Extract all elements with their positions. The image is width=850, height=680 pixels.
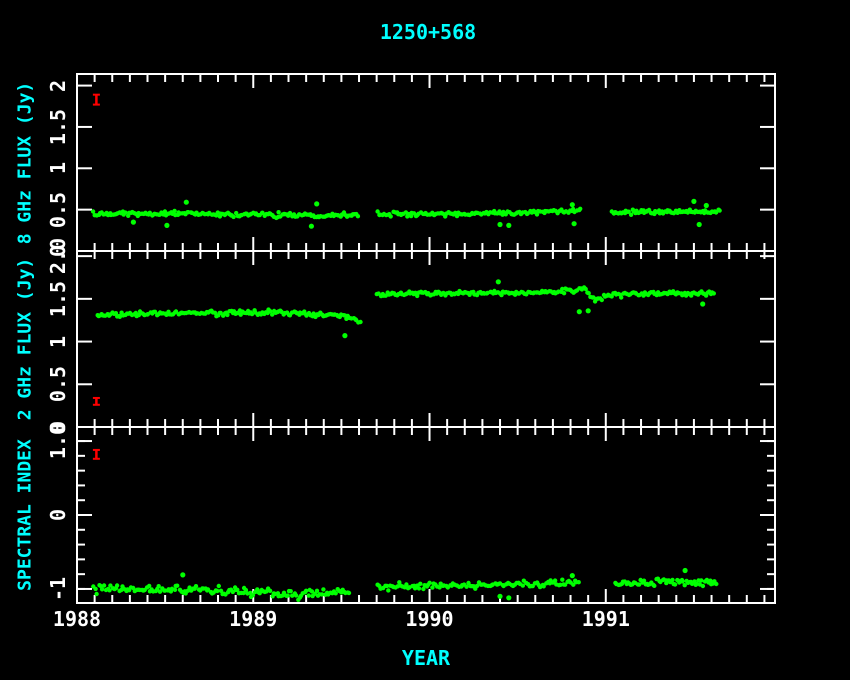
- y-tick-label: 0.5: [46, 192, 70, 228]
- outlier-point: [309, 224, 314, 229]
- data-points-2ghz-flux: [96, 279, 717, 338]
- reference-point-8ghz-flux: [93, 95, 100, 105]
- outlier-point: [570, 573, 575, 578]
- x-tick-label: 1988: [53, 607, 101, 631]
- outlier-point: [683, 568, 688, 573]
- outlier-point: [506, 595, 511, 600]
- y-tick-label: 0: [46, 509, 70, 521]
- outlier-point: [342, 333, 347, 338]
- plot-canvas: [0, 0, 850, 680]
- x-axis-title: YEAR: [402, 646, 450, 670]
- chart-title: 1250+568: [380, 20, 476, 44]
- panel-frame-8ghz-flux: [77, 74, 775, 251]
- outlier-point: [697, 222, 702, 227]
- y-tick-label: -1: [46, 577, 70, 601]
- outlier-point: [506, 223, 511, 228]
- y-tick-label: 2: [46, 80, 70, 92]
- outlier-point: [691, 199, 696, 204]
- outlier-point: [570, 202, 575, 207]
- x-tick-label: 1991: [582, 607, 630, 631]
- outlier-point: [131, 220, 136, 225]
- outlier-point: [164, 223, 169, 228]
- reference-point-2ghz-flux: [93, 398, 100, 405]
- outlier-point: [314, 201, 319, 206]
- reference-point-spectral-index: [93, 450, 100, 459]
- panel-spectral-index: [77, 427, 775, 603]
- outlier-point: [704, 203, 709, 208]
- y-tick-label: 1: [46, 162, 70, 174]
- x-tick-label: 1989: [229, 607, 277, 631]
- panel-2ghz-flux: [77, 251, 775, 427]
- ticks-2ghz-flux: [77, 252, 774, 427]
- outlier-point: [497, 594, 502, 599]
- outlier-point: [572, 221, 577, 226]
- outlier-point: [184, 200, 189, 205]
- y-tick-label: 1.5: [46, 281, 70, 317]
- x-tick-label: 1990: [405, 607, 453, 631]
- y-tick-label: 1.5: [46, 109, 70, 145]
- panel-frame-2ghz-flux: [77, 251, 775, 427]
- outlier-point: [586, 308, 591, 313]
- y-tick-label: 2.0: [46, 238, 70, 274]
- outlier-point: [497, 222, 502, 227]
- y-tick-label: 0.5: [46, 366, 70, 402]
- ticks-8ghz-flux: [77, 75, 774, 251]
- outlier-point: [700, 301, 705, 306]
- y-tick-label: 1: [46, 336, 70, 348]
- y-axis-title-2ghz: 2 GHz FLUX (Jy): [15, 258, 36, 421]
- panel-8ghz-flux: [77, 74, 775, 251]
- y-axis-title-8ghz: 8 GHz FLUX (Jy): [15, 82, 36, 245]
- outlier-point: [496, 279, 501, 284]
- outlier-point: [577, 309, 582, 314]
- y-axis-title-spectral-index: SPECTRAL INDEX: [15, 439, 36, 591]
- outlier-point: [180, 572, 185, 577]
- monitoring-plot-screen: 1250+568 8 GHz FLUX (Jy) 2 GHz FLUX (Jy)…: [0, 0, 850, 680]
- y-tick-label: 1.0: [46, 423, 70, 459]
- data-points-8ghz-flux: [91, 199, 722, 229]
